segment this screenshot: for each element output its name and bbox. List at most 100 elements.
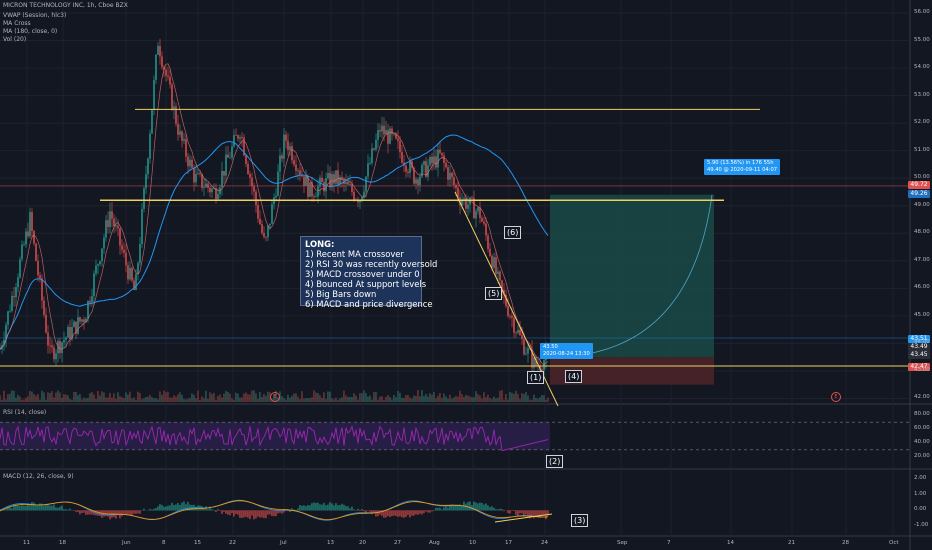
candle-body <box>383 125 385 135</box>
macd-histogram <box>431 510 433 512</box>
macd-histogram <box>415 510 417 515</box>
earnings-icon[interactable]: E <box>831 392 841 402</box>
volume-bar <box>399 392 401 402</box>
candle-body <box>149 133 151 159</box>
candle-body <box>443 155 445 163</box>
volume-bar <box>359 393 361 402</box>
macd-histogram <box>391 510 393 517</box>
volume-bar <box>293 393 295 402</box>
entry-tooltip: 43.50 2020-08-24 13:30 <box>540 343 593 359</box>
volume-bar <box>529 399 531 402</box>
macd-histogram <box>369 510 371 512</box>
axis-tick-label: 42.00 <box>914 394 930 401</box>
candle-body <box>405 165 407 172</box>
candle-body <box>111 211 113 219</box>
candle-body <box>421 164 423 177</box>
label-1: (1) <box>527 371 545 384</box>
candle-body <box>485 223 487 236</box>
macd-histogram <box>137 510 139 514</box>
candle-body <box>51 345 53 348</box>
volume-bar <box>79 394 81 402</box>
volume-bar <box>231 398 233 402</box>
macd-histogram <box>347 506 349 511</box>
macd-histogram <box>25 505 27 511</box>
note-line: 1) Recent MA crossover <box>305 249 404 259</box>
candle-body <box>367 163 369 177</box>
volume-bar <box>389 396 391 402</box>
volume-bar <box>135 399 137 402</box>
macd-histogram <box>339 505 341 511</box>
candle-body <box>455 185 457 188</box>
volume-bar <box>379 396 381 402</box>
candle-body <box>91 296 93 303</box>
candle-body <box>381 125 383 132</box>
volume-bar <box>407 394 409 402</box>
axis-tick-label: 7 <box>667 540 671 546</box>
macd-histogram <box>533 510 535 519</box>
volume-bar <box>489 398 491 402</box>
macd-histogram <box>21 505 23 511</box>
volume-bar <box>227 391 229 402</box>
candle-body <box>285 134 287 141</box>
macd-histogram <box>163 506 165 511</box>
vwap-legend: VWAP (Session, hlc3) <box>3 12 67 19</box>
volume-bar <box>139 392 141 402</box>
macd-histogram <box>417 510 419 515</box>
volume-bar <box>381 396 383 402</box>
macd-histogram <box>277 510 279 514</box>
macd-histogram <box>143 508 145 511</box>
label-4: (4) <box>565 370 583 383</box>
volume-bar <box>523 394 525 402</box>
volume-bar <box>449 394 451 402</box>
macd-histogram <box>453 505 455 511</box>
volume-bar <box>433 391 435 402</box>
candle-body <box>31 212 33 232</box>
volume-bar <box>467 395 469 402</box>
price-chart[interactable] <box>0 0 932 550</box>
macd-histogram <box>499 508 501 511</box>
macd-histogram <box>441 509 443 511</box>
candle-body <box>415 179 417 184</box>
macd-histogram <box>219 510 221 511</box>
axis-tick-label: 55.00 <box>914 36 930 43</box>
macd-histogram <box>497 509 499 511</box>
macd-histogram <box>37 505 39 511</box>
macd-histogram <box>371 510 373 515</box>
earnings-icon[interactable]: E <box>270 392 280 402</box>
candle-body <box>317 186 319 197</box>
macd-histogram <box>387 510 389 517</box>
macd-histogram <box>321 504 323 511</box>
volume-bar <box>463 396 465 402</box>
volume-bar <box>253 390 255 402</box>
note-line: 2) RSI 30 was recently oversold <box>305 259 438 269</box>
volume-bar <box>59 392 61 402</box>
macd-histogram <box>243 510 245 518</box>
volume-bar <box>5 399 7 402</box>
macd-histogram <box>393 510 395 516</box>
macd-histogram <box>513 510 515 512</box>
macd-histogram <box>491 506 493 511</box>
macd-histogram <box>159 504 161 511</box>
macd-histogram <box>281 510 283 514</box>
candle-body <box>259 218 261 225</box>
macd-histogram <box>335 503 337 511</box>
volume-bar <box>201 396 203 402</box>
volume-bar <box>321 398 323 402</box>
macd-histogram <box>507 510 509 513</box>
candle-body <box>289 146 291 150</box>
candle-body <box>105 220 107 238</box>
candle-body <box>127 265 129 280</box>
volume-bar <box>143 398 145 402</box>
candle-body <box>261 224 263 233</box>
volume-bar <box>315 392 317 402</box>
candle-body <box>433 156 435 164</box>
volume-bar <box>159 391 161 402</box>
volume-bar <box>259 391 261 402</box>
macd-histogram <box>35 504 37 511</box>
axis-tick-label: 80.00 <box>914 411 930 418</box>
volume-bar <box>499 390 501 402</box>
volume-bar <box>55 392 57 402</box>
candle-body <box>135 273 137 291</box>
volume-bar <box>261 396 263 402</box>
volume-bar <box>183 398 185 402</box>
